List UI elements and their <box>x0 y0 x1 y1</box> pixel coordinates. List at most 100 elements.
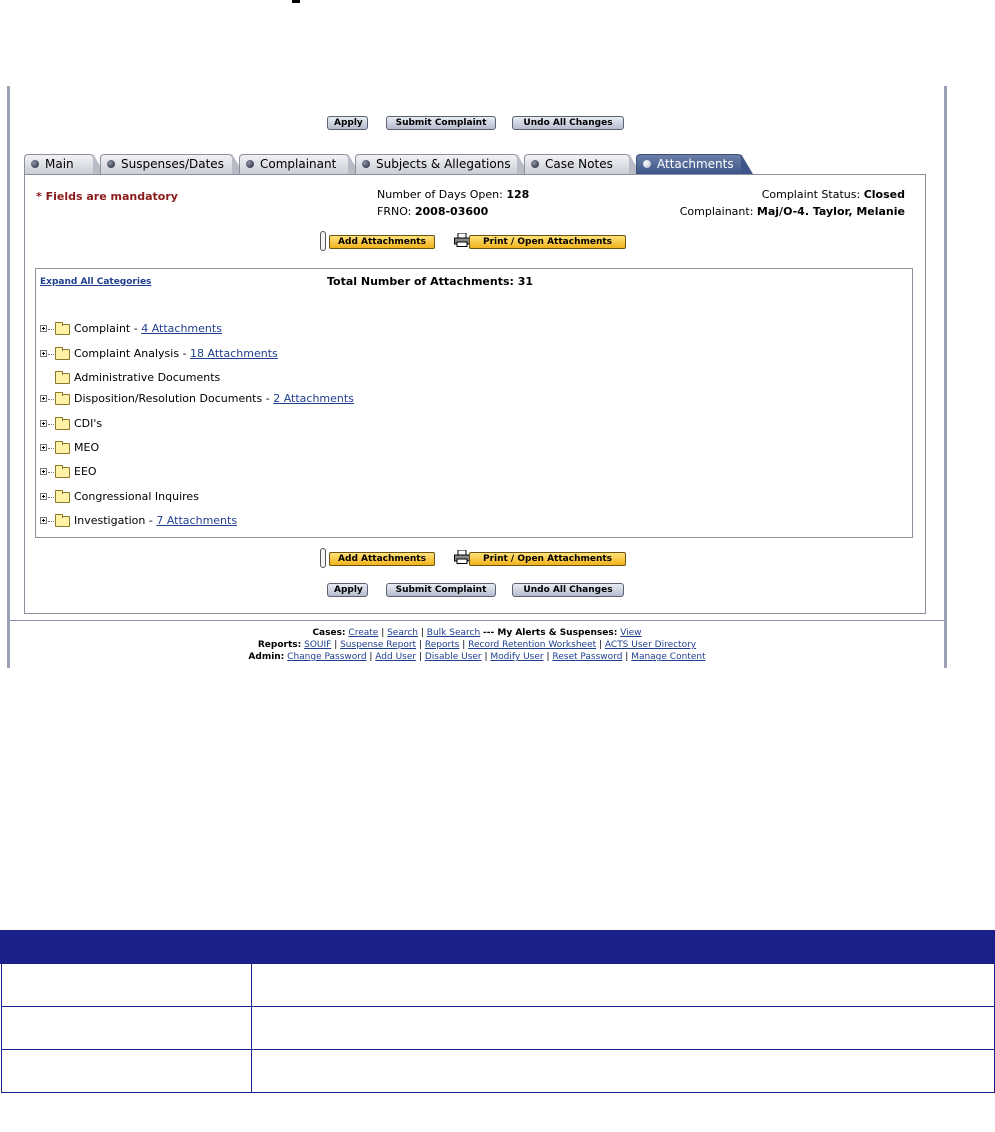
category-attachments-link[interactable]: 7 Attachments <box>156 514 237 527</box>
app-frame: Apply Submit Complaint Undo All Changes … <box>7 86 947 668</box>
submit-complaint-button-top[interactable]: Submit Complaint <box>386 116 496 130</box>
table-row <box>0 1049 995 1093</box>
table-row <box>0 1006 995 1050</box>
expand-plus-icon[interactable] <box>40 420 47 427</box>
table-cell <box>250 1049 995 1093</box>
category-name: EEO <box>74 465 97 478</box>
frno-label: FRNO: <box>377 205 412 218</box>
folder-icon <box>55 514 70 527</box>
text-cursor-mark <box>292 0 300 3</box>
table-row <box>0 962 995 1007</box>
print-open-attachments-button-top[interactable]: Print / Open Attachments <box>469 235 626 249</box>
complaint-status: Complaint Status: Closed <box>762 188 905 201</box>
table-cell <box>250 1006 995 1050</box>
folder-icon <box>55 322 70 335</box>
footer-create-link[interactable]: Create <box>348 628 378 638</box>
footer-search-link[interactable]: Search <box>387 628 418 638</box>
tab-bullet-icon <box>107 160 115 168</box>
tab-attachments[interactable]: Attachments <box>636 154 753 174</box>
tab-bullet-icon <box>531 160 539 168</box>
footer-reports-link[interactable]: Reports <box>425 640 460 650</box>
add-attachments-button-top[interactable]: Add Attachments <box>329 235 435 249</box>
complainant-info: Complainant: Maj/O-4. Taylor, Melanie <box>680 205 905 218</box>
status-value: Closed <box>863 188 905 201</box>
tab-label: Subjects & Allegations <box>376 157 511 171</box>
printer-icon <box>454 550 470 564</box>
table-cell <box>0 962 252 1007</box>
tab-bullet-icon <box>31 160 39 168</box>
footer-view-alerts-link[interactable]: View <box>620 628 641 638</box>
tab-case-notes[interactable]: Case Notes <box>524 154 641 174</box>
frno: FRNO: 2008-03600 <box>377 205 488 218</box>
footer-user-directory-link[interactable]: ACTS User Directory <box>605 640 696 650</box>
folder-icon <box>55 417 70 430</box>
folder-icon <box>55 392 70 405</box>
days-open-value: 128 <box>506 188 530 201</box>
expand-plus-icon[interactable] <box>40 350 47 357</box>
attachments-panel: * Fields are mandatory Number of Days Op… <box>24 174 926 614</box>
apply-button-bottom[interactable]: Apply <box>327 583 368 597</box>
tab-label: Suspenses/Dates <box>121 157 224 171</box>
undo-all-changes-button-bottom[interactable]: Undo All Changes <box>512 583 624 597</box>
table-cell <box>0 1006 252 1050</box>
expand-plus-icon[interactable] <box>40 444 47 451</box>
footer-modify-user-link[interactable]: Modify User <box>490 652 543 662</box>
footer-suspense-report-link[interactable]: Suspense Report <box>340 640 416 650</box>
tab-subjects-allegations[interactable]: Subjects & Allegations <box>355 154 529 174</box>
category-name: Investigation <box>74 514 146 527</box>
category-name: Complaint <box>74 322 131 335</box>
footer-souif-link[interactable]: SOUIF <box>304 640 331 650</box>
footer-reset-password-link[interactable]: Reset Password <box>552 652 622 662</box>
tab-bullet-icon <box>643 160 651 168</box>
total-attachments: Total Number of Attachments: 31 <box>327 275 533 288</box>
tab-label: Attachments <box>657 157 734 171</box>
total-value: 31 <box>517 275 534 288</box>
folder-icon <box>55 371 70 384</box>
expand-plus-icon[interactable] <box>40 468 47 475</box>
table-cell <box>0 1049 252 1093</box>
category-name: Congressional Inquires <box>74 490 199 503</box>
expand-plus-icon[interactable] <box>40 493 47 500</box>
footer-add-user-link[interactable]: Add User <box>375 652 416 662</box>
footer-record-retention-link[interactable]: Record Retention Worksheet <box>468 640 596 650</box>
days-open: Number of Days Open: 128 <box>377 188 529 201</box>
category-attachments-link[interactable]: 18 Attachments <box>190 347 278 360</box>
table-cell <box>250 962 995 1007</box>
add-attachments-button-bottom[interactable]: Add Attachments <box>329 552 435 566</box>
tab-bullet-icon <box>362 160 370 168</box>
frno-value: 2008-03600 <box>414 205 489 218</box>
table-header-row <box>0 930 995 964</box>
category-attachments-link[interactable]: 4 Attachments <box>141 322 222 335</box>
undo-all-changes-button-top[interactable]: Undo All Changes <box>512 116 624 130</box>
complainant-value: Maj/O-4. Taylor, Melanie <box>756 205 905 218</box>
table-header <box>0 930 995 964</box>
tab-complainant[interactable]: Complainant <box>239 154 360 174</box>
category-attachments-link[interactable]: 2 Attachments <box>273 392 354 405</box>
tab-suspenses-dates[interactable]: Suspenses/Dates <box>100 154 244 174</box>
days-open-label: Number of Days Open: <box>377 188 503 201</box>
footer-manage-content-link[interactable]: Manage Content <box>631 652 705 662</box>
expand-plus-icon[interactable] <box>40 325 47 332</box>
submit-complaint-button-bottom[interactable]: Submit Complaint <box>386 583 496 597</box>
footer-admin-row: Admin: Change Password | Add User | Disa… <box>248 652 706 662</box>
apply-button-top[interactable]: Apply <box>327 116 368 130</box>
print-open-attachments-button-bottom[interactable]: Print / Open Attachments <box>469 552 626 566</box>
tab-bullet-icon <box>246 160 254 168</box>
footer-disable-user-link[interactable]: Disable User <box>425 652 482 662</box>
printer-icon <box>454 233 470 247</box>
category-name: Administrative Documents <box>74 371 221 384</box>
footer-bulk-search-link[interactable]: Bulk Search <box>427 628 480 638</box>
category-name: Complaint Analysis <box>74 347 180 360</box>
category-name: MEO <box>74 441 100 454</box>
footer-divider <box>10 620 944 621</box>
tab-main[interactable]: Main <box>24 154 105 174</box>
expand-plus-icon[interactable] <box>40 395 47 402</box>
expand-plus-icon[interactable] <box>40 517 47 524</box>
footer-cases-row: Cases: Create | Search | Bulk Search ---… <box>312 628 642 638</box>
complainant-label: Complainant: <box>679 205 754 218</box>
tab-label: Main <box>45 157 74 171</box>
attachments-tree: Expand All Categories Total Number of At… <box>35 268 913 538</box>
expand-all-categories-link[interactable]: Expand All Categories <box>40 277 151 287</box>
footer-change-password-link[interactable]: Change Password <box>287 652 366 662</box>
paperclip-icon <box>320 548 326 568</box>
